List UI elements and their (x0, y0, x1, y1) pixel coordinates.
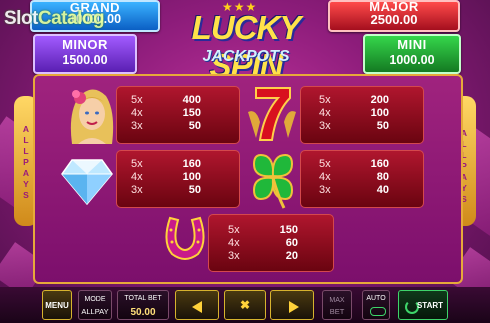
minor-jackpot: MINOR 1500.00 (33, 34, 137, 74)
mode-button[interactable]: MODE ALLPAY (78, 290, 112, 320)
watermark: SlotCatalog (4, 8, 105, 30)
major-jackpot: MAJOR 2500.00 (328, 0, 460, 32)
allpays-letter: Y (23, 179, 29, 189)
arrow-left-icon (192, 301, 202, 313)
diamond-symbol-icon (61, 159, 113, 206)
auto-toggle-icon (370, 307, 386, 316)
watermark-part1: Slot (4, 8, 38, 29)
logo-subtitle: JACKPOTS (202, 48, 290, 65)
allpays-letter: A (22, 124, 30, 134)
lady-symbol-icon (70, 89, 114, 144)
auto-label: AUTO (366, 295, 386, 302)
allpays-letter: P (23, 157, 29, 167)
max-bet-label-2: BET (329, 307, 345, 316)
game-logo: ★★★ LUCKY SPIN JACKPOTS (158, 0, 334, 84)
major-jackpot-value: 2500.00 (370, 12, 418, 27)
mini-jackpot-value: 1000.00 (389, 53, 435, 67)
payouts-seven: 5x 200 4x 100 3x 50 (319, 94, 389, 132)
mini-jackpot: MINI 1000.00 (363, 34, 461, 74)
minor-jackpot-label: MINOR (62, 37, 108, 52)
allpays-letter: L (23, 146, 29, 156)
bet-decrease-button[interactable] (175, 290, 219, 320)
close-button[interactable]: ✖ (224, 290, 266, 320)
allpays-label-left: ALLPAYS (21, 124, 31, 201)
payouts-diamond: 5x 160 4x 100 3x 50 (131, 158, 201, 196)
allpays-letter: S (23, 190, 29, 200)
payouts-horseshoe: 5x 150 4x 60 3x 20 (228, 224, 298, 262)
allpays-letter: L (23, 135, 29, 145)
clover-symbol-icon (252, 154, 294, 209)
start-label: START (416, 301, 444, 310)
menu-button-label: MENU (45, 301, 69, 310)
allpays-letter: A (22, 168, 30, 178)
menu-button[interactable]: MENU (42, 290, 72, 320)
payouts-lady: 5x 400 4x 150 3x 50 (131, 94, 201, 132)
bet-increase-button[interactable] (270, 290, 314, 320)
start-button[interactable]: START (398, 290, 448, 320)
watermark-part2: Catalog (37, 8, 105, 29)
arrow-right-icon (289, 301, 299, 313)
max-bet-button[interactable]: MAX BET (322, 290, 352, 320)
max-bet-label-1: MAX (329, 297, 345, 304)
mode-value: ALLPAY (81, 307, 109, 316)
close-icon: ✖ (239, 298, 251, 312)
mode-label: MODE (84, 296, 106, 303)
mini-jackpot-label: MINI (397, 37, 427, 52)
total-bet-value: 50.00 (130, 307, 156, 318)
total-bet-label: TOTAL BET (124, 295, 162, 302)
minor-jackpot-value: 1500.00 (62, 53, 108, 67)
seven-symbol-icon (248, 87, 296, 141)
horseshoe-symbol-icon (165, 216, 205, 260)
payouts-clover: 5x 160 4x 80 3x 40 (319, 158, 389, 196)
auto-button[interactable]: AUTO (362, 290, 390, 320)
total-bet-display: TOTAL BET 50.00 (117, 290, 169, 320)
